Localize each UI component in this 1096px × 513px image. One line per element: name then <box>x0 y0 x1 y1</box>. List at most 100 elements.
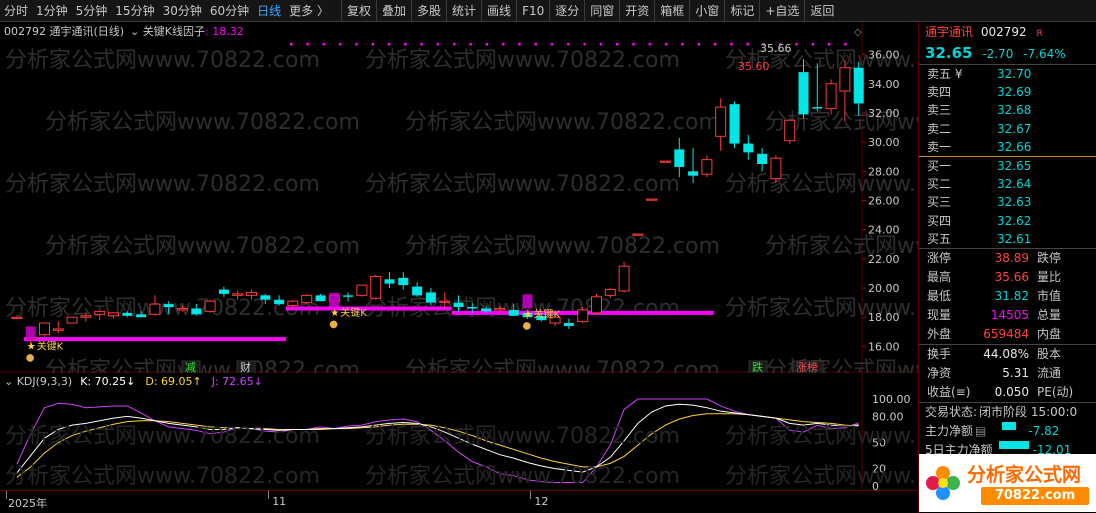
diamond-icon[interactable]: ◇ <box>854 27 862 38</box>
candle-body[interactable] <box>494 307 506 311</box>
candle-body[interactable] <box>11 316 23 319</box>
candle-body[interactable] <box>136 314 147 318</box>
signal-dot <box>583 43 586 46</box>
stock-name: 通宇通讯 <box>925 25 974 39</box>
candle-body[interactable] <box>425 292 436 303</box>
flow5-bar <box>998 440 1029 449</box>
toolbar-button-1[interactable]: 叠加 <box>376 0 411 22</box>
key-k-label: 关键K <box>340 306 367 319</box>
candle-body[interactable] <box>163 304 174 308</box>
chart-area[interactable]: 分析家公式网www.70822.com 分析家公式网www.70822.com 分析… <box>0 22 918 513</box>
candle-body[interactable] <box>274 299 285 305</box>
toolbar-button-10[interactable]: 小窗 <box>689 0 724 22</box>
quote-price-row: 32.65 -2.70 -7.64% <box>919 42 1096 64</box>
candle-body[interactable] <box>80 315 92 318</box>
stat-row-2: 最低 31.82 市值 <box>919 287 1096 306</box>
period-tab-4[interactable]: 30分钟 <box>159 0 206 22</box>
candle-body[interactable] <box>508 309 519 316</box>
toolbar-button-5[interactable]: F10 <box>516 0 549 22</box>
candle-body[interactable] <box>398 277 409 286</box>
period-tab-3[interactable]: 15分钟 <box>111 0 158 22</box>
candle-body[interactable] <box>453 302 464 308</box>
candle-body[interactable] <box>384 279 395 284</box>
period-tab-1[interactable]: 1分钟 <box>32 0 72 22</box>
candle-body[interactable] <box>246 291 257 296</box>
current-price: 32.65 <box>925 44 973 62</box>
sell-price: 32.66 <box>997 139 1032 154</box>
candle-body[interactable] <box>412 286 423 296</box>
candle-body[interactable] <box>370 275 382 299</box>
toolbar-button-2[interactable]: 多股 <box>411 0 446 22</box>
toolbar-button-0[interactable]: 复权 <box>340 0 376 22</box>
candle-body[interactable] <box>812 107 823 109</box>
candle-body[interactable] <box>122 312 133 316</box>
period-tab-0[interactable]: 分时 <box>0 0 32 22</box>
price-chart[interactable]: 分析家公式网www.70822.com 分析家公式网www.70822.com 分析… <box>0 22 918 373</box>
candle-body[interactable] <box>563 323 574 326</box>
candle-body[interactable] <box>218 289 229 294</box>
toolbar-button-9[interactable]: 箱框 <box>654 0 689 22</box>
period-tab-5[interactable]: 60分钟 <box>206 0 253 22</box>
candle-body[interactable] <box>287 300 299 307</box>
kdj-label: ⌄ KDJ(9,3,3) <box>4 375 72 388</box>
candle-body[interactable] <box>52 328 64 331</box>
candle-body[interactable] <box>674 149 685 167</box>
doc-icon[interactable]: ▤ <box>975 422 986 441</box>
candle-body[interactable] <box>618 265 630 292</box>
candle-body[interactable] <box>646 198 658 201</box>
candle-body[interactable] <box>729 104 740 144</box>
key-k-label: 关键K <box>37 339 64 352</box>
sell-label: 卖一 <box>927 139 952 154</box>
kdj-chart[interactable]: ⌄ KDJ(9,3,3) K: 70.25↓ D: 69.05↑ J: 72.65↓ 1… <box>0 373 918 490</box>
toolbar-button-3[interactable]: 统计 <box>446 0 481 22</box>
candle-body[interactable] <box>688 171 699 176</box>
candle-body[interactable] <box>481 308 492 312</box>
candle-body[interactable] <box>260 295 271 300</box>
candle-body[interactable] <box>743 143 754 153</box>
toolbar-button-13[interactable]: 返回 <box>804 0 839 22</box>
candle-body[interactable] <box>177 307 188 311</box>
period-tab-2[interactable]: 5分钟 <box>72 0 112 22</box>
candle-body[interactable] <box>839 67 851 92</box>
candle-body[interactable] <box>701 159 713 175</box>
toolbar-buttons: 复权 叠加 多股 统计 画线 F10 逐分 同窗 开资 箱框 小窗 标记 +自选 返回 <box>340 0 839 22</box>
period-tab-6[interactable]: 日线 <box>253 0 285 22</box>
watermark: 分析家公式网www.70822.com <box>405 234 720 259</box>
toolbar-button-6[interactable]: 逐分 <box>549 0 584 22</box>
candle-body[interactable] <box>108 312 119 317</box>
candle-body[interactable] <box>632 233 644 236</box>
candle-body[interactable] <box>467 307 478 309</box>
candle-body[interactable] <box>94 310 106 315</box>
toolbar-button-4[interactable]: 画线 <box>481 0 516 22</box>
candle-body[interactable] <box>204 300 216 312</box>
candle-body[interactable] <box>853 67 864 104</box>
toolbar-button-12[interactable]: +自选 <box>759 0 804 22</box>
toolbar-button-8[interactable]: 开资 <box>619 0 654 22</box>
candle-body[interactable] <box>660 160 671 163</box>
candle-body[interactable] <box>66 316 78 324</box>
candle-body[interactable] <box>343 295 354 297</box>
sell-price: 32.67 <box>997 121 1032 136</box>
candle-body[interactable] <box>577 309 589 323</box>
candle-body[interactable] <box>591 296 602 314</box>
candle-body[interactable] <box>757 153 768 165</box>
candle-body[interactable] <box>149 303 161 315</box>
period-tab-7[interactable]: 更多 〉 <box>285 0 333 22</box>
candle-body[interactable] <box>301 294 313 304</box>
x-label-0: 2025年 <box>8 497 47 510</box>
candle-body[interactable] <box>191 308 202 315</box>
candle-body[interactable] <box>770 157 782 180</box>
candle-body[interactable] <box>604 289 616 296</box>
candle-body[interactable] <box>715 106 727 137</box>
candle-body[interactable] <box>798 72 809 115</box>
candle-body[interactable] <box>784 119 796 142</box>
candle-body[interactable] <box>232 293 244 296</box>
candle-body[interactable] <box>356 284 368 296</box>
toolbar-button-11[interactable]: 标记 <box>724 0 759 22</box>
candle-body[interactable] <box>439 300 451 303</box>
quote-header: 通宇通讯 002792 R <box>919 22 1096 42</box>
candle-body[interactable] <box>825 83 837 110</box>
candle-body[interactable] <box>315 295 326 302</box>
candle-body[interactable] <box>39 322 50 336</box>
toolbar-button-7[interactable]: 同窗 <box>584 0 619 22</box>
